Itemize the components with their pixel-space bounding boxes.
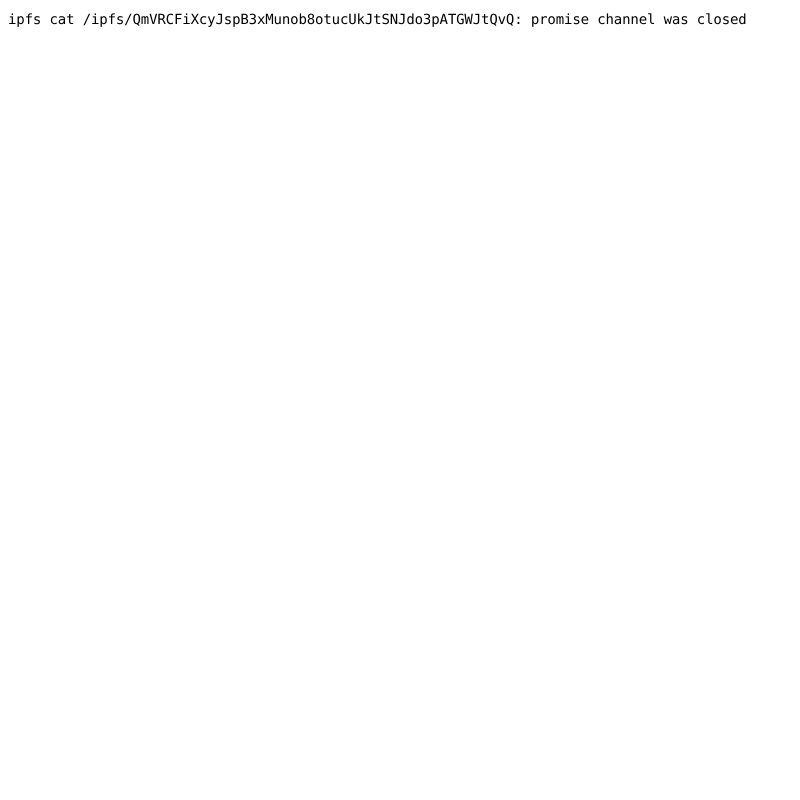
page-body: ipfs cat /ipfs/QmVRCFiXcyJspB3xMunob8otu… bbox=[0, 0, 800, 800]
error-output-text: ipfs cat /ipfs/QmVRCFiXcyJspB3xMunob8otu… bbox=[8, 12, 747, 28]
